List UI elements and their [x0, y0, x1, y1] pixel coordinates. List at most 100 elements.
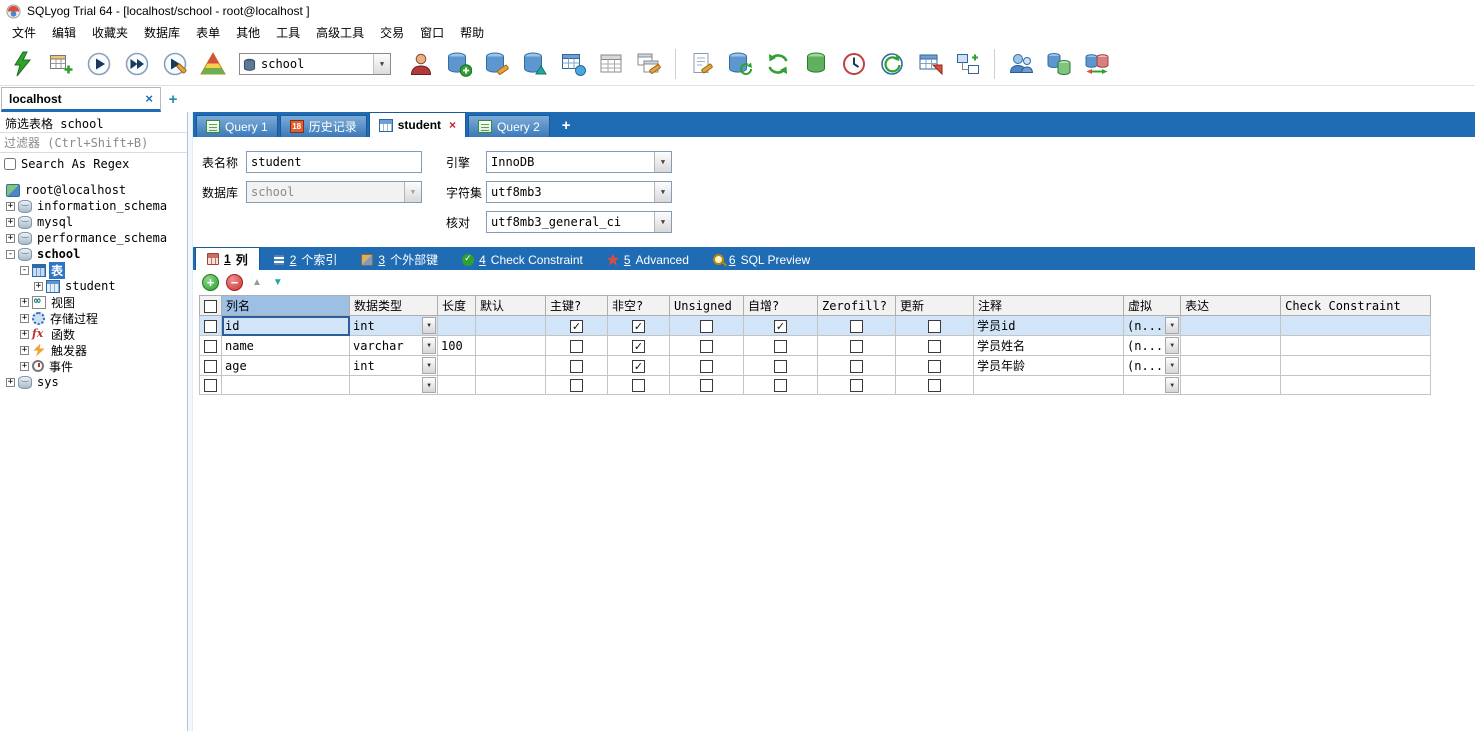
update-cell[interactable] [895, 375, 974, 395]
refresh-object-browser-button[interactable] [760, 46, 796, 82]
update-checkbox[interactable] [928, 339, 941, 353]
tab-foreign-keys[interactable]: 3 个外部键 [350, 249, 449, 270]
backup-database-button[interactable] [798, 46, 834, 82]
tab-history[interactable]: 18 历史记录 [279, 115, 367, 137]
expand-icon[interactable]: + [6, 201, 15, 211]
unsigned-cell[interactable] [669, 375, 744, 395]
not-null-checkbox[interactable]: ✓ [632, 359, 645, 373]
col-header-default[interactable]: 默认 [475, 295, 546, 316]
pk-checkbox[interactable] [570, 359, 583, 373]
table-name-input[interactable] [246, 151, 422, 173]
col-header-update[interactable]: 更新 [895, 295, 974, 316]
select-all-checkbox[interactable] [204, 299, 217, 313]
new-connection-tab-button[interactable]: + [161, 87, 185, 112]
length-cell[interactable] [437, 355, 476, 376]
menu-powertools[interactable]: 高级工具 [308, 22, 372, 43]
row-select-cell[interactable] [199, 315, 222, 336]
execute-all-queries-button[interactable] [119, 46, 155, 82]
new-query-tab-button[interactable] [43, 46, 79, 82]
filter-input[interactable] [0, 133, 187, 152]
tree-item-events[interactable]: + 事件 [0, 358, 187, 374]
auto-increment-cell[interactable]: ✓ [743, 315, 818, 336]
expression-cell[interactable] [1180, 375, 1282, 395]
zerofill-checkbox[interactable] [850, 379, 863, 392]
collation-select[interactable]: utf8mb3_general_ci ▼ [486, 211, 672, 233]
expand-icon[interactable]: + [6, 217, 15, 227]
tree-item-root-localhost[interactable]: root@localhost [0, 182, 187, 198]
not-null-checkbox[interactable] [632, 379, 645, 392]
name-cell[interactable]: name [221, 335, 350, 356]
update-checkbox[interactable] [928, 359, 941, 373]
length-cell[interactable] [437, 375, 476, 395]
manage-indexes-button[interactable] [517, 46, 553, 82]
zerofill-checkbox[interactable] [850, 339, 863, 353]
new-query-tab-button[interactable]: + [552, 117, 581, 134]
auto-increment-cell[interactable] [743, 355, 818, 376]
virtual-cell[interactable]: (n... ▼ [1122, 315, 1182, 336]
create-table-button[interactable] [555, 46, 591, 82]
zerofill-checkbox[interactable] [850, 319, 863, 333]
add-column-button[interactable]: + [202, 273, 219, 291]
menu-help[interactable]: 帮助 [452, 22, 492, 43]
menu-database[interactable]: 数据库 [136, 22, 188, 43]
menu-transaction[interactable]: 交易 [372, 22, 412, 43]
auto-increment-cell[interactable] [743, 335, 818, 356]
chevron-down-icon[interactable]: ▼ [1165, 357, 1180, 374]
comment-cell[interactable]: 学员姓名 [973, 335, 1124, 356]
tree-item-functions[interactable]: + 函数 [0, 326, 187, 342]
row-select-checkbox[interactable] [204, 339, 217, 353]
pk-cell[interactable]: ✓ [545, 315, 608, 336]
tab-columns[interactable]: 1 列 [195, 247, 260, 270]
virtual-cell[interactable]: (n... ▼ [1122, 355, 1182, 376]
zerofill-cell[interactable] [817, 315, 896, 336]
query-profiler-button[interactable] [195, 46, 231, 82]
charset-select[interactable]: utf8mb3 ▼ [486, 181, 672, 203]
menu-tools[interactable]: 工具 [268, 22, 308, 43]
chevron-down-icon[interactable]: ▼ [373, 54, 390, 74]
default-cell[interactable] [475, 375, 546, 395]
col-header-expression[interactable]: 表达 [1180, 295, 1282, 316]
tree-item-school[interactable]: - school [0, 246, 187, 262]
default-cell[interactable] [475, 335, 546, 356]
expand-icon[interactable]: + [20, 297, 29, 307]
expand-icon[interactable]: + [20, 313, 29, 323]
pk-checkbox[interactable] [570, 379, 583, 392]
select-all-header[interactable] [199, 295, 222, 316]
tree-item-performance-schema[interactable]: + performance_schema [0, 230, 187, 246]
menu-favorites[interactable]: 收藏夹 [84, 22, 136, 43]
length-cell[interactable]: 100 [437, 335, 476, 356]
menu-others[interactable]: 其他 [228, 22, 268, 43]
col-header-datatype[interactable]: 数据类型 [349, 295, 438, 316]
chevron-down-icon[interactable]: ▼ [654, 152, 671, 172]
alter-database-button[interactable] [479, 46, 515, 82]
chevron-down-icon[interactable]: ▼ [422, 377, 436, 393]
query-history-button[interactable] [836, 46, 872, 82]
close-icon[interactable]: × [449, 118, 456, 132]
expand-icon[interactable]: + [6, 233, 15, 243]
row-select-checkbox[interactable] [204, 379, 217, 392]
tree-item-sys[interactable]: + sys [0, 374, 187, 390]
datatype-cell[interactable]: int ▼ [349, 315, 438, 336]
col-header-check-constraint[interactable]: Check Constraint [1280, 295, 1432, 316]
name-cell[interactable]: age [221, 355, 350, 376]
col-header-zerofill[interactable]: Zerofill? [817, 295, 896, 316]
tab-query-2[interactable]: Query 2 [468, 115, 550, 137]
scheduled-backup-button[interactable] [874, 46, 910, 82]
unsigned-checkbox[interactable] [700, 319, 713, 333]
explain-query-button[interactable] [157, 46, 193, 82]
not-null-checkbox[interactable]: ✓ [632, 319, 645, 333]
unsigned-checkbox[interactable] [700, 379, 713, 392]
search-as-regex-checkbox[interactable] [4, 158, 16, 170]
row-select-cell[interactable] [199, 355, 222, 376]
expand-icon[interactable]: + [6, 377, 15, 387]
tree-item-tables[interactable]: - 表 [0, 261, 187, 279]
tree-item-triggers[interactable]: + 触发器 [0, 342, 187, 358]
not-null-cell[interactable]: ✓ [607, 315, 670, 336]
pk-cell[interactable] [545, 335, 608, 356]
schema-designer-button[interactable] [950, 46, 986, 82]
tree-item-student[interactable]: + student [0, 278, 187, 294]
check-constraint-cell[interactable] [1280, 335, 1432, 356]
comment-cell[interactable]: 学员id [973, 315, 1124, 336]
length-cell[interactable] [437, 315, 476, 336]
tree-item-stored-procedures[interactable]: + 存储过程 [0, 310, 187, 326]
